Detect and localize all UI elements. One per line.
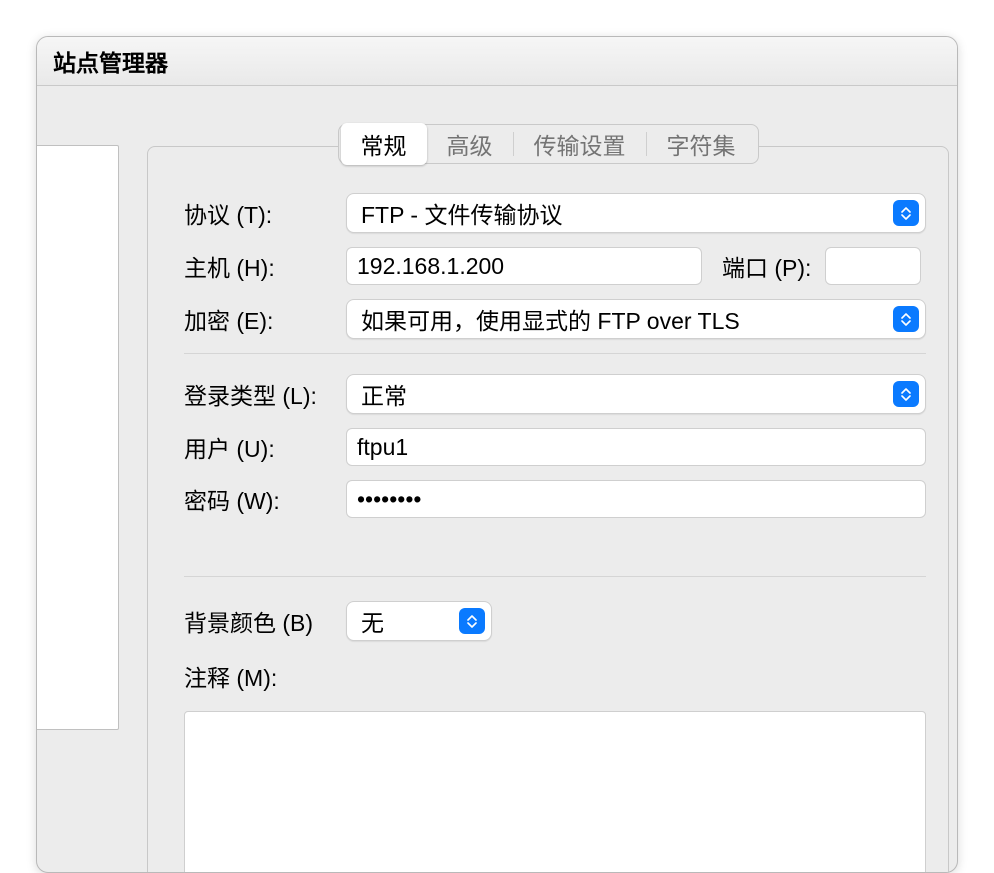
password-input[interactable] <box>346 480 926 518</box>
user-input[interactable] <box>346 428 926 466</box>
tab-bar: 常规 高级 传输设置 字符集 <box>147 124 949 166</box>
bgcolor-select-value: 无 <box>361 604 384 638</box>
logintype-select[interactable]: 正常 <box>346 374 926 414</box>
updown-icon <box>893 381 919 407</box>
updown-icon <box>893 306 919 332</box>
window-title: 站点管理器 <box>53 44 168 78</box>
row-password: 密码 (W): <box>184 480 926 518</box>
comments-textarea[interactable] <box>184 711 926 873</box>
window-body: 常规 高级 传输设置 字符集 协议 (T): FTP - 文件传输协议 <box>37 86 957 872</box>
label-password: 密码 (W): <box>184 482 346 516</box>
label-bgcolor: 背景颜色 (B) <box>184 604 346 638</box>
sites-list-panel[interactable] <box>37 145 119 730</box>
tab-pane-general: 协议 (T): FTP - 文件传输协议 主机 (H): <box>147 146 949 873</box>
updown-icon <box>459 608 485 634</box>
tab-transfer[interactable]: 传输设置 <box>514 123 646 165</box>
details-tab-group: 常规 高级 传输设置 字符集 协议 (T): FTP - 文件传输协议 <box>147 124 949 873</box>
tab-charset[interactable]: 字符集 <box>647 123 756 165</box>
row-bgcolor: 背景颜色 (B) 无 <box>184 601 926 641</box>
label-host: 主机 (H): <box>184 249 346 283</box>
label-user: 用户 (U): <box>184 430 346 464</box>
row-encryption: 加密 (E): 如果可用，使用显式的 FTP over TLS <box>184 299 926 339</box>
label-port: 端口 (P): <box>722 249 811 283</box>
row-protocol: 协议 (T): FTP - 文件传输协议 <box>184 193 926 233</box>
row-host: 主机 (H): 端口 (P): <box>184 247 926 285</box>
separator <box>184 576 926 577</box>
host-input[interactable] <box>346 247 702 285</box>
label-comments: 注释 (M): <box>184 659 926 693</box>
tab-advanced[interactable]: 高级 <box>427 123 513 165</box>
titlebar: 站点管理器 <box>37 37 957 86</box>
bgcolor-select[interactable]: 无 <box>346 601 492 641</box>
site-manager-window: 站点管理器 常规 高级 传输设置 字符集 协议 (T): <box>36 36 958 873</box>
label-protocol: 协议 (T): <box>184 196 346 230</box>
logintype-select-value: 正常 <box>361 377 407 411</box>
encryption-select-value: 如果可用，使用显式的 FTP over TLS <box>361 302 740 336</box>
port-input[interactable] <box>825 247 921 285</box>
tab-general[interactable]: 常规 <box>341 123 427 165</box>
separator <box>184 353 926 354</box>
label-encryption: 加密 (E): <box>184 302 346 336</box>
protocol-select-value: FTP - 文件传输协议 <box>361 196 562 230</box>
encryption-select[interactable]: 如果可用，使用显式的 FTP over TLS <box>346 299 926 339</box>
tab-segment: 常规 高级 传输设置 字符集 <box>338 124 759 164</box>
updown-icon <box>893 200 919 226</box>
label-logintype: 登录类型 (L): <box>184 377 346 411</box>
row-logintype: 登录类型 (L): 正常 <box>184 374 926 414</box>
protocol-select[interactable]: FTP - 文件传输协议 <box>346 193 926 233</box>
row-user: 用户 (U): <box>184 428 926 466</box>
